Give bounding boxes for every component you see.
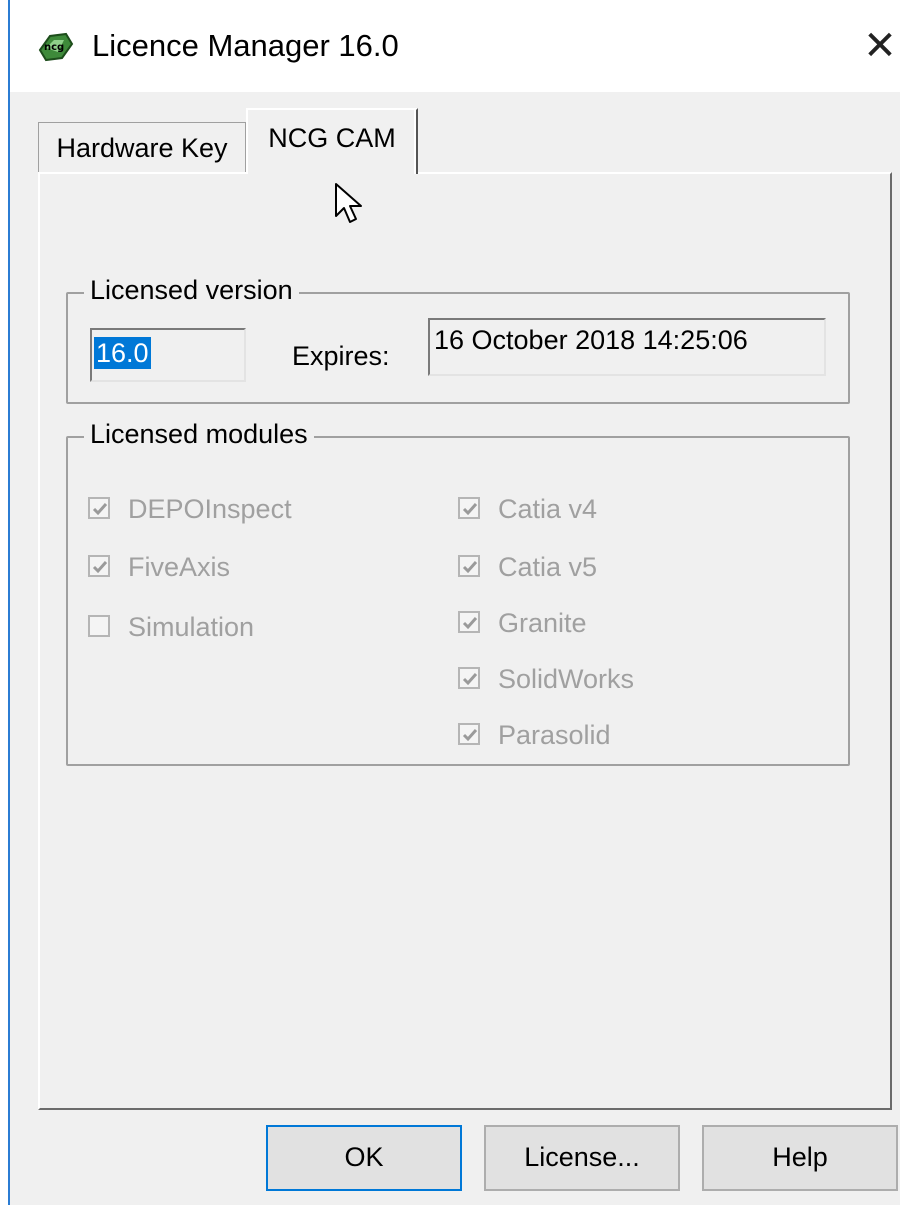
version-field[interactable]: 16.0 <box>90 328 246 382</box>
mouse-pointer-icon <box>335 183 362 223</box>
expires-label: Expires: <box>292 341 390 371</box>
licensed-modules-group: Licensed modules DEPOInspect FiveAxis Si… <box>66 418 850 766</box>
ncg-app-icon: ncg <box>38 32 74 62</box>
licence-dialog: Hardware Key NCG CAM Licensed version 16… <box>10 92 900 1205</box>
module-solidworks[interactable]: SolidWorks <box>458 662 634 696</box>
tab-hardware-key[interactable]: Hardware Key <box>38 122 246 172</box>
checkbox-checked-icon[interactable] <box>88 496 110 519</box>
module-fiveaxis[interactable]: FiveAxis <box>88 550 230 584</box>
licensed-version-group: Licensed version 16.0 Expires: 16 Octobe… <box>66 274 850 404</box>
module-label: FiveAxis <box>128 552 231 582</box>
help-button[interactable]: Help <box>702 1125 898 1191</box>
module-label: SolidWorks <box>498 664 635 694</box>
module-label: Simulation <box>128 612 255 642</box>
license-button[interactable]: License... <box>484 1125 680 1191</box>
checkbox-checked-icon[interactable] <box>458 610 480 633</box>
checkbox-checked-icon[interactable] <box>458 554 480 577</box>
close-button[interactable]: ✕ <box>860 24 900 68</box>
module-catia-v4[interactable]: Catia v4 <box>458 492 597 526</box>
module-catia-v5[interactable]: Catia v5 <box>458 550 597 584</box>
checkbox-unchecked-icon[interactable] <box>88 614 110 637</box>
svg-text:ncg: ncg <box>44 42 64 53</box>
module-label: DEPOInspect <box>128 494 292 524</box>
module-label: Catia v5 <box>498 552 598 582</box>
licensed-version-label: Licensed version <box>84 274 299 306</box>
window-title: Licence Manager 16.0 <box>92 28 399 63</box>
checkbox-checked-icon[interactable] <box>88 554 110 577</box>
module-parasolid[interactable]: Parasolid <box>458 718 611 752</box>
module-granite[interactable]: Granite <box>458 606 587 640</box>
licensed-modules-label: Licensed modules <box>84 418 314 450</box>
checkbox-checked-icon[interactable] <box>458 722 480 745</box>
tab-ncg-cam[interactable]: NCG CAM <box>246 108 418 174</box>
module-depoinspect[interactable]: DEPOInspect <box>88 492 292 526</box>
module-label: Parasolid <box>498 720 611 750</box>
checkbox-checked-icon[interactable] <box>458 666 480 689</box>
module-label: Granite <box>498 608 587 638</box>
ncg-cam-tab-page: Licensed version 16.0 Expires: 16 Octobe… <box>38 172 892 1110</box>
module-label: Catia v4 <box>498 494 598 524</box>
module-simulation[interactable]: Simulation <box>88 610 254 644</box>
title-bar[interactable]: ncg Licence Manager 16.0 ✕ <box>10 0 900 92</box>
expires-field[interactable]: 16 October 2018 14:25:06 <box>428 318 826 376</box>
version-value: 16.0 <box>94 337 151 369</box>
checkbox-checked-icon[interactable] <box>458 496 480 519</box>
ok-button[interactable]: OK <box>266 1125 462 1191</box>
